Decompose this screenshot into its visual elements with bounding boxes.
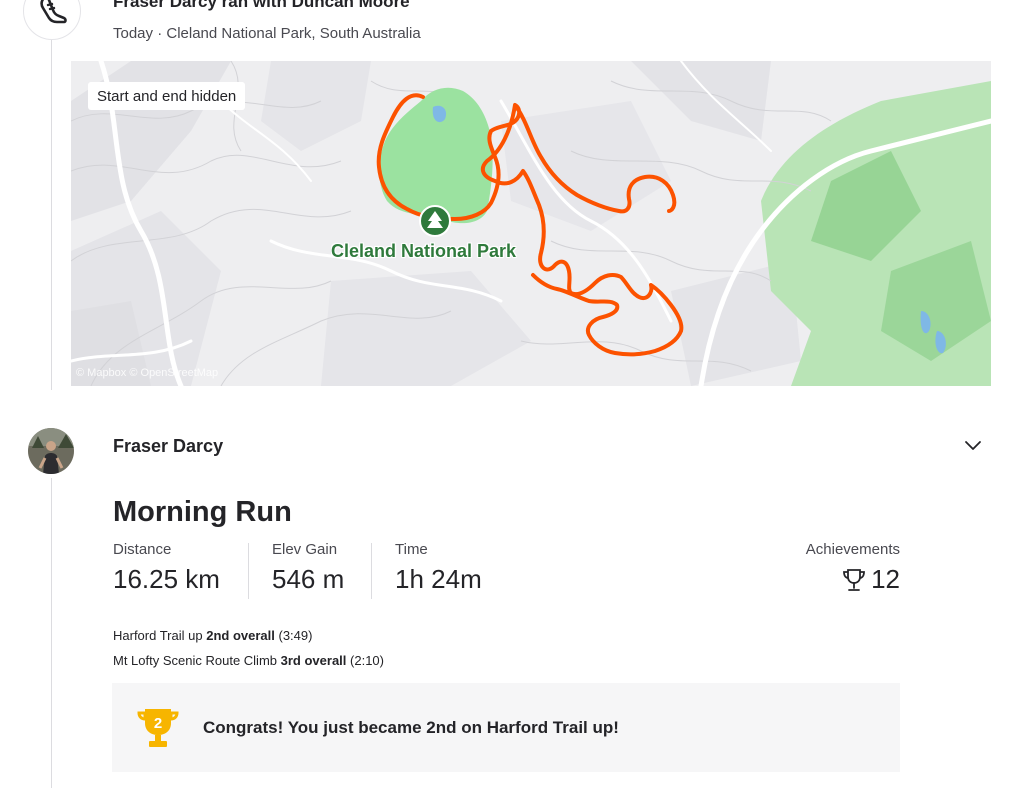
stat-label: Time <box>395 541 428 558</box>
avatar-photo <box>28 428 74 474</box>
stat-value: 16.25 km <box>113 564 220 594</box>
stat-distance: Distance 16.25 km <box>113 541 220 595</box>
segment-rank: 2nd overall <box>206 628 275 643</box>
stat-label: Distance <box>113 541 172 558</box>
gold-trophy-icon: 2 <box>137 708 179 747</box>
timeline-line <box>51 0 52 390</box>
stat-time: Time 1h 24m <box>395 541 482 595</box>
segment-time: (3:49) <box>278 628 313 643</box>
privacy-badge: Start and end hidden <box>88 82 246 110</box>
trophy-number: 2 <box>154 715 162 732</box>
stat-elevation: Elev Gain 546 m <box>272 541 344 595</box>
athlete-name[interactable]: Fraser Darcy <box>113 436 223 457</box>
map-attribution[interactable]: © Mapbox © OpenStreetMap <box>76 367 218 379</box>
trophy-icon <box>843 568 865 591</box>
congrats-banner: 2 Congrats! You just became 2nd on Harfo… <box>112 683 900 772</box>
avatar[interactable] <box>28 428 74 474</box>
stat-value: 546 m <box>272 564 345 594</box>
stat-label: Elev Gain <box>272 541 338 558</box>
segment-rank: 3rd overall <box>280 653 347 668</box>
chevron-down-icon[interactable] <box>962 434 984 456</box>
running-shoe-icon <box>40 0 67 24</box>
activity-title[interactable]: Morning Run <box>113 496 292 529</box>
segment-efforts: Harford Trail up 2nd overall (3:49) Mt L… <box>113 628 384 678</box>
park-label: Cleland National Park <box>331 241 517 261</box>
group-activity-icon <box>23 0 81 40</box>
segment-row[interactable]: Harford Trail up 2nd overall (3:49) <box>113 628 384 653</box>
stat-value: 1h 24m <box>395 564 482 594</box>
activity-date-location: Today · Cleland National Park, South Aus… <box>113 25 421 42</box>
achievements: Achievements 12 <box>760 541 900 595</box>
timeline-line <box>51 478 52 788</box>
segment-name: Harford Trail up <box>113 628 203 643</box>
group-title[interactable]: Fraser Darcy ran with Duncan Moore <box>113 0 410 12</box>
achievements-label: Achievements <box>805 541 900 558</box>
segment-row[interactable]: Mt Lofty Scenic Route Climb 3rd overall … <box>113 653 384 678</box>
segment-time: (2:10) <box>350 653 384 668</box>
congrats-message: Congrats! You just became 2nd on Harford… <box>203 717 619 737</box>
segment-name: Mt Lofty Scenic Route Climb <box>113 653 278 668</box>
achievements-count: 12 <box>871 564 900 594</box>
park-marker-icon <box>419 205 451 237</box>
stat-divider <box>371 543 372 599</box>
stat-divider <box>248 543 249 599</box>
